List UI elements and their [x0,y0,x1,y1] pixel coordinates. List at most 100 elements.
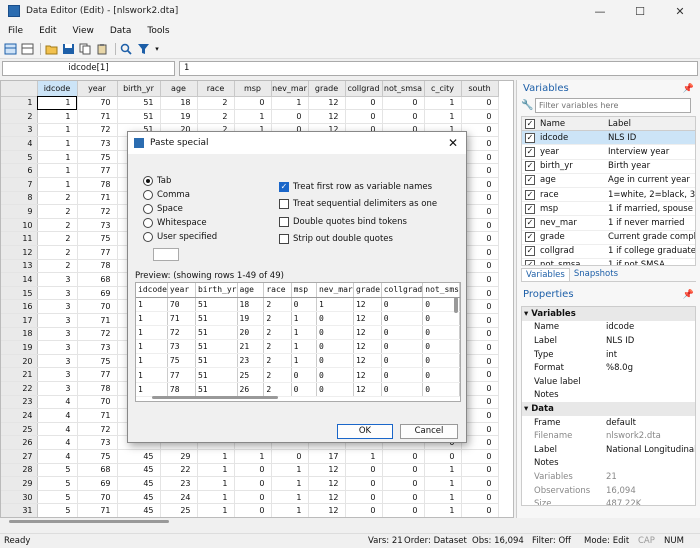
data-cell[interactable]: 0 [461,449,499,464]
data-cell[interactable]: 72 [77,327,118,342]
data-cell[interactable]: 12 [308,109,346,124]
row-number[interactable]: 14 [1,272,38,287]
data-cell[interactable]: 2 [37,204,78,219]
select-all-checkbox[interactable]: ✓ [525,118,535,129]
data-cell[interactable]: 1 [37,123,78,138]
data-cell[interactable]: 0 [234,476,272,491]
row-number[interactable]: 5 [1,150,38,165]
data-cell[interactable]: 3 [37,313,78,328]
data-cell[interactable]: 4 [37,395,78,410]
data-cell[interactable]: 70 [77,395,118,410]
row-number[interactable]: 16 [1,299,38,314]
data-cell[interactable]: 1 [37,109,78,124]
data-cell[interactable]: 4 [37,408,78,423]
data-cell[interactable]: 18 [160,96,198,111]
data-cell[interactable]: 0 [271,449,309,464]
data-cell[interactable]: 1 [424,96,462,111]
preview-area[interactable]: idcode year birth_yr age race msp nev_mar grade… [135,282,461,402]
data-cell[interactable]: 0 [382,476,425,491]
tab-snapshots[interactable]: Snapshots [570,268,622,281]
row-number[interactable]: 19 [1,340,38,355]
data-cell[interactable]: 0 [234,463,272,478]
data-cell[interactable]: 71 [77,408,118,423]
data-cell[interactable]: 2 [37,259,78,274]
data-cell[interactable]: 1 [424,503,462,517]
data-cell[interactable]: 78 [77,259,118,274]
data-cell[interactable]: 0 [382,463,425,478]
data-cell[interactable]: 12 [308,503,346,517]
property-row[interactable]: Value label [522,375,695,389]
data-cell[interactable]: 75 [77,231,118,247]
data-cell[interactable]: 5 [37,503,78,517]
row-number[interactable]: 3 [1,123,38,138]
data-cell[interactable]: 51 [117,109,161,124]
row-number[interactable]: 15 [1,286,38,301]
data-cell[interactable]: 0 [234,490,272,505]
data-cell[interactable]: 71 [77,313,118,328]
data-cell[interactable]: 5 [37,463,78,478]
variable-row-idcode[interactable]: ✓ idcode NLS ID [522,131,695,146]
data-cell[interactable]: 69 [77,476,118,491]
data-cell[interactable]: 3 [37,272,78,287]
row-number[interactable]: 17 [1,313,38,328]
row-number[interactable]: 2 [1,109,38,124]
variable-row-msp[interactable]: ✓ msp 1 if married, spouse present [522,202,695,217]
data-cell[interactable]: 0 [345,476,383,491]
data-cell[interactable]: 3 [37,354,78,369]
data-cell[interactable]: 4 [37,422,78,437]
data-cell[interactable]: 1 [197,463,235,478]
property-row[interactable]: Label NLS ID [522,334,695,348]
maximize-button[interactable]: ☐ [620,0,660,22]
data-cell[interactable]: 0 [461,490,499,505]
row-number[interactable]: 18 [1,327,38,342]
column-header-idcode[interactable]: idcode [37,81,78,97]
column-header-year[interactable]: year [77,81,118,97]
data-cell[interactable]: 0 [382,109,425,124]
data-cell[interactable]: 45 [117,463,161,478]
data-cell[interactable]: 1 [37,136,78,151]
data-cell[interactable]: 0 [424,449,462,464]
data-cell[interactable]: 1 [271,476,309,491]
data-cell[interactable]: 2 [37,191,78,206]
row-number[interactable]: 7 [1,177,38,192]
grid-horizontal-scrollbar[interactable] [1,518,513,526]
data-cell[interactable]: 1 [197,449,235,464]
variable-visible-checkbox[interactable]: ✓ [525,203,535,214]
menu-data[interactable]: Data [102,26,140,36]
cancel-button[interactable]: Cancel [400,424,458,439]
row-number[interactable]: 12 [1,245,38,260]
column-header-race[interactable]: race [197,81,235,97]
data-cell[interactable]: 25 [160,503,198,517]
tab-variables[interactable]: Variables [521,268,570,281]
row-number[interactable]: 11 [1,231,38,247]
variable-row-collgrad[interactable]: ✓ collgrad 1 if college graduate [522,245,695,259]
data-cell[interactable]: 75 [77,354,118,369]
data-cell[interactable]: 51 [117,96,161,111]
data-cell[interactable]: 1 [37,177,78,192]
property-row[interactable]: Observations 16,094 [522,484,695,498]
data-cell[interactable]: 70 [77,299,118,314]
data-cell[interactable]: 3 [37,327,78,342]
menu-view[interactable]: View [65,26,102,36]
property-row[interactable]: Filename nlswork2.dta [522,429,695,443]
data-cell[interactable]: 45 [117,476,161,491]
row-number[interactable]: 25 [1,422,38,437]
data-cell[interactable]: 0 [345,96,383,111]
data-cell[interactable]: 71 [77,191,118,206]
row-number[interactable]: 29 [1,476,38,491]
data-cell[interactable]: 75 [77,150,118,165]
data-cell[interactable]: 1 [197,490,235,505]
variable-visible-checkbox[interactable]: ✓ [525,217,535,228]
data-cell[interactable]: 73 [77,340,118,355]
data-cell[interactable]: 1 [424,490,462,505]
data-cell[interactable]: 1 [345,449,383,464]
row-number[interactable]: 21 [1,367,38,382]
property-row[interactable]: Notes [522,457,695,471]
data-cell[interactable]: 2 [197,109,235,124]
property-row[interactable]: Format %8.0g [522,361,695,375]
data-cell[interactable]: 0 [345,463,383,478]
variable-visible-checkbox[interactable]: ✓ [525,260,535,265]
filter-dropdown-icon[interactable]: ▾ [153,42,161,56]
data-cell[interactable]: 71 [77,109,118,124]
user-delimiter-input[interactable] [153,248,179,261]
